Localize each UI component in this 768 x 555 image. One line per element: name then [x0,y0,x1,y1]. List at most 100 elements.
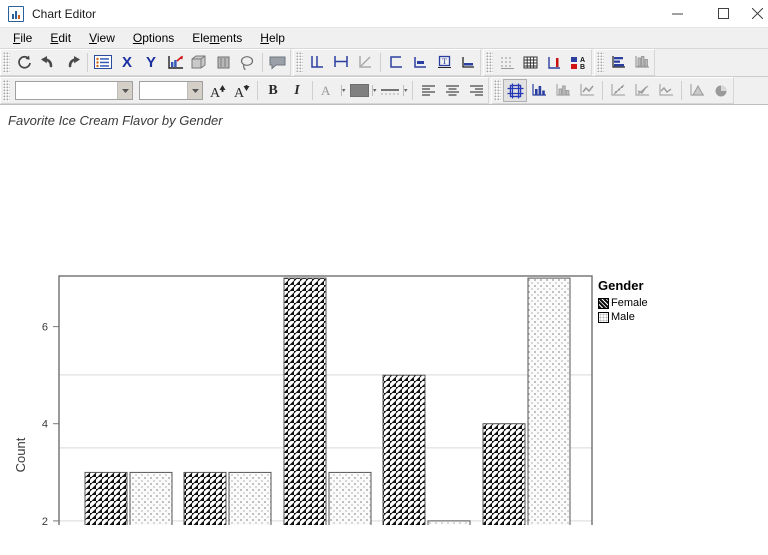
chart-arrow-icon[interactable] [163,51,187,74]
legend-label-male: Male [611,312,635,323]
chevron-down-icon[interactable] [402,79,409,102]
menu-bar: File Edit View Options Elements Help [0,27,768,49]
chart-type-bar-icon[interactable] [527,79,551,102]
chart-type-line-icon[interactable] [575,79,599,102]
title-bar: Chart Editor [0,0,768,27]
svg-text:A: A [234,86,245,99]
minimize-button[interactable] [654,0,700,27]
menu-item-edit[interactable]: Edit [41,29,80,47]
toolbar-grip[interactable] [3,80,10,101]
bar-female-chocolate [85,472,127,525]
chart-type-pie-icon[interactable] [709,79,733,102]
menu-item-elements[interactable]: Elements [183,29,251,47]
chart-app-icon [8,6,24,22]
y-axis-ticks [53,327,59,525]
toolbar-grip[interactable] [494,80,501,101]
toolbar-grip[interactable] [486,52,493,73]
italic-button[interactable]: I [285,79,309,102]
chart-type-scatter-line-icon[interactable] [630,79,654,102]
text-color-button[interactable]: A [316,79,340,102]
legend-title: Gender [598,278,648,293]
chevron-down-icon[interactable] [340,79,347,102]
frame-left-icon[interactable] [384,51,408,74]
redo-icon[interactable] [60,51,84,74]
legend-item-female[interactable]: Female [598,297,648,310]
grid-dots-icon[interactable] [495,51,519,74]
svg-text:A: A [580,57,585,64]
frame-bottom-icon[interactable] [408,51,432,74]
line-style-button[interactable] [378,79,402,102]
bar-male-rocky-road [329,472,371,525]
bar-female-vanilla [483,424,525,525]
decrease-font-size-icon[interactable]: A [230,79,254,102]
legend-swatch-female [598,298,609,309]
bar-cluster-icon[interactable] [630,51,654,74]
increase-font-size-icon[interactable]: A [206,79,230,102]
scale-icon[interactable] [543,51,567,74]
legend-item-male[interactable]: Male [598,311,648,324]
svg-text:B: B [580,64,585,70]
align-left-button[interactable] [416,79,440,102]
menu-item-options[interactable]: Options [124,29,183,47]
baseline-icon[interactable] [456,51,480,74]
bar-male-strawberry [428,521,470,525]
font-size-value[interactable] [140,82,187,99]
bar-group-cookie-dough [184,472,271,525]
svg-text:A: A [321,83,331,98]
fill-color-button[interactable] [347,79,371,102]
reset-icon[interactable] [12,51,36,74]
window-controls [654,0,768,27]
bar-toolbar-group [594,49,655,76]
align-center-button[interactable] [440,79,464,102]
menu-item-view[interactable]: View [80,29,124,47]
properties-icon[interactable] [91,51,115,74]
font-family-value[interactable] [16,82,117,99]
chart-type-scatter-icon[interactable] [606,79,630,102]
legend-swatch-male [598,312,609,323]
font-size-combo[interactable] [139,81,203,100]
close-button[interactable] [746,0,768,27]
chart-type-histogram-icon[interactable] [551,79,575,102]
maximize-button[interactable] [700,0,746,27]
chart-plot: 0 2 4 6 Count [0,105,768,525]
chart-legend: Gender Female Male [598,278,648,325]
grid-lines-icon[interactable] [519,51,543,74]
axis-horizontal-icon[interactable] [329,51,353,74]
text-box-icon[interactable]: T [432,51,456,74]
chevron-down-icon[interactable] [117,82,132,99]
chart-type-dropline-icon[interactable] [654,79,678,102]
label-ab-icon[interactable]: AB [567,51,591,74]
window-title: Chart Editor [32,7,96,21]
axis-diagonal-icon[interactable] [353,51,377,74]
chart-type-area-icon[interactable] [685,79,709,102]
undo-icon[interactable] [36,51,60,74]
bar-horizontal-icon[interactable] [606,51,630,74]
menu-item-help[interactable]: Help [251,29,294,47]
font-family-combo[interactable] [15,81,133,100]
menu-item-file[interactable]: File [4,29,41,47]
grid-toolbar-group: AB [483,49,592,76]
chevron-down-icon[interactable] [371,79,378,102]
box-3d-icon[interactable] [187,51,211,74]
format-toolbar-group: A A B I A [0,77,489,104]
toolbar-grip[interactable] [3,52,10,73]
tooltip-icon[interactable] [266,51,290,74]
svg-text:T: T [442,57,447,66]
align-right-button[interactable] [464,79,488,102]
bar-group-rocky-road [284,278,371,525]
legend-label-female: Female [611,298,648,309]
bar-female-cookie-dough [184,472,226,525]
y-axis-icon[interactable]: Y [139,51,163,74]
svg-text:6: 6 [42,322,48,334]
toolbar-grip[interactable] [597,52,604,73]
toolbar-grip[interactable] [296,52,303,73]
chart-type-grid-icon[interactable] [503,79,527,102]
axis-vertical-icon[interactable] [305,51,329,74]
x-axis-icon[interactable]: X [115,51,139,74]
bar-group-chocolate [85,472,172,525]
lasso-icon[interactable] [235,51,259,74]
bar-male-cookie-dough [229,472,271,525]
cylinder-icon[interactable] [211,51,235,74]
bold-button[interactable]: B [261,79,285,102]
chevron-down-icon[interactable] [187,82,202,99]
